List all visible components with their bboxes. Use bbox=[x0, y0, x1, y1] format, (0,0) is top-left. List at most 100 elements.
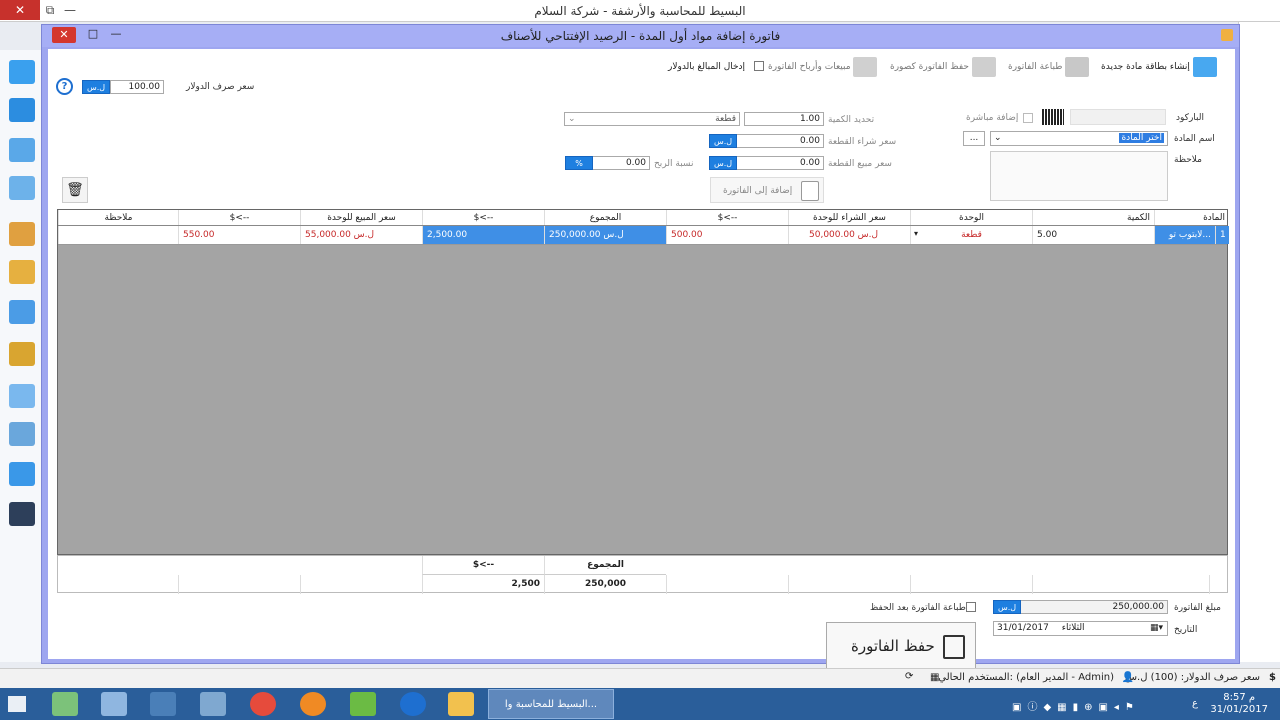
file-explorer-icon[interactable] bbox=[448, 692, 474, 716]
input-language[interactable]: ع bbox=[1192, 698, 1198, 709]
direct-add-label: إضافة مباشرة bbox=[966, 113, 1019, 123]
help-icon[interactable]: ? bbox=[56, 78, 73, 95]
barcode-input[interactable] bbox=[1070, 109, 1166, 125]
bluestacks-icon[interactable] bbox=[350, 692, 376, 716]
sell-price-input[interactable]: 0.00 bbox=[736, 156, 824, 170]
col-sell-usd[interactable]: $<-- bbox=[178, 210, 300, 225]
invoice-items-grid: المادة الكمية الوحدة سعر الشراء للوحدة $… bbox=[57, 209, 1229, 555]
refresh-icon[interactable]: ⟳ bbox=[905, 671, 913, 682]
row-sell-price[interactable]: 55,000.00 ل.س bbox=[300, 226, 422, 244]
status-dollar-rate: سعر صرف الدولار: (100) ل.س bbox=[1124, 672, 1260, 683]
row-buy-price[interactable]: 50,000.00 ل.س bbox=[788, 226, 910, 244]
coins-icon[interactable] bbox=[9, 342, 35, 366]
system-tray-icons[interactable]: ▣ⓘ◆▦▮⊕▣◂⚑ bbox=[1012, 698, 1162, 713]
outer-title-bar: ✕ ⧉ — البسيط للمحاسبة والأرشفة - شركة ال… bbox=[0, 0, 1280, 22]
documents-icon[interactable] bbox=[9, 138, 35, 162]
database-icon[interactable] bbox=[9, 502, 35, 526]
system-clock[interactable]: 8:57 م 31/01/2017 bbox=[1210, 692, 1268, 716]
calculator-icon[interactable]: ▦ bbox=[930, 672, 939, 683]
save-invoice-label: حفظ الفاتورة bbox=[851, 637, 935, 655]
qty-input[interactable]: 1.00 bbox=[744, 112, 824, 126]
plus-icon bbox=[1192, 56, 1217, 77]
dollar-rate-input[interactable]: 100.00 bbox=[110, 80, 164, 94]
chrome-icon[interactable] bbox=[250, 692, 276, 716]
row-sell-usd[interactable]: 550.00 bbox=[178, 226, 300, 244]
row-buy-usd[interactable]: 500.00 bbox=[666, 226, 788, 244]
tree-icon[interactable] bbox=[9, 176, 35, 200]
direct-add-checkbox[interactable] bbox=[1023, 113, 1033, 123]
print-after-save-checkbox[interactable] bbox=[966, 602, 976, 612]
status-bar: $ سعر صرف الدولار: (100) ل.س 👤 المستخدم … bbox=[0, 668, 1280, 688]
unit-dropdown-icon[interactable]: ▾ bbox=[914, 229, 918, 238]
grid-header: المادة الكمية الوحدة سعر الشراء للوحدة $… bbox=[58, 210, 1227, 226]
row-unit[interactable]: قطعة bbox=[910, 226, 1032, 244]
profit-input[interactable]: 0.00 bbox=[592, 156, 650, 170]
qty-label: تحديد الكمية bbox=[828, 115, 875, 125]
row-item[interactable]: لابتوب تو... bbox=[1154, 226, 1215, 244]
col-total-usd[interactable]: $<-- bbox=[422, 210, 544, 225]
editor-icon[interactable] bbox=[150, 692, 176, 716]
invoice-icon[interactable] bbox=[9, 222, 35, 246]
chevron-down-icon: ⌄ bbox=[994, 133, 1002, 143]
col-item[interactable]: المادة bbox=[1154, 210, 1229, 225]
add-to-invoice-button[interactable]: إضافة إلى الفاتورة bbox=[710, 177, 824, 203]
col-note[interactable]: ملاحظة bbox=[58, 210, 178, 225]
date-picker[interactable]: 31/01/2017 الثلاثاء ▦▾ bbox=[993, 621, 1168, 636]
col-buy-usd[interactable]: $<-- bbox=[666, 210, 788, 225]
payment-icon[interactable] bbox=[9, 260, 35, 284]
col-qty[interactable]: الكمية bbox=[1032, 210, 1154, 225]
unit-select[interactable]: قطعة ⌄ bbox=[564, 112, 740, 126]
col-sell-price[interactable]: سعر المبيع للوحدة bbox=[300, 210, 422, 225]
totals-spacer bbox=[910, 575, 1032, 594]
computer-icon[interactable] bbox=[101, 692, 127, 716]
browse-items-button[interactable]: ... bbox=[963, 131, 985, 146]
control-panel-icon[interactable] bbox=[200, 692, 226, 716]
money-icon[interactable] bbox=[9, 98, 35, 122]
col-total[interactable]: المجموع bbox=[544, 210, 666, 225]
dollar-entry-label: إدخال المبالغ بالدولار bbox=[668, 62, 746, 72]
dollar-entry-checkbox[interactable] bbox=[753, 61, 764, 71]
clock-time: 8:57 م bbox=[1223, 692, 1256, 703]
invoice-amount-input: 250,000.00 bbox=[1020, 600, 1168, 614]
buy-price-input[interactable]: 0.00 bbox=[736, 134, 824, 148]
sell-price-label: سعر مبيع القطعة bbox=[828, 159, 892, 169]
calendar-icon[interactable]: ▦▾ bbox=[1150, 622, 1163, 634]
user-icon: 👤 bbox=[1121, 672, 1134, 683]
print-invoice-button[interactable]: طباعة الفاتورة bbox=[1008, 55, 1090, 79]
app-launcher-icon[interactable] bbox=[52, 692, 78, 716]
firefox-icon[interactable] bbox=[300, 692, 326, 716]
left-toolbar bbox=[0, 50, 42, 662]
note-textarea[interactable] bbox=[990, 151, 1168, 201]
save-as-image-button[interactable]: حفظ الفاتورة كصورة bbox=[890, 55, 996, 79]
col-unit[interactable]: الوحدة bbox=[910, 210, 1032, 225]
folders-icon[interactable] bbox=[9, 462, 35, 486]
network-app-icon[interactable] bbox=[400, 692, 426, 716]
profit-label: نسبة الربح bbox=[654, 159, 694, 169]
dialog-title: فاتورة إضافة مواد أول المدة - الرصيد الإ… bbox=[500, 29, 781, 43]
files-icon[interactable] bbox=[9, 300, 35, 324]
windows-start-icon[interactable] bbox=[8, 696, 26, 712]
barcode-icon[interactable] bbox=[1042, 109, 1064, 125]
taskbar-active-app[interactable]: البسيط للمحاسبة وا... bbox=[488, 689, 614, 719]
row-total-usd[interactable]: 2,500.00 bbox=[422, 226, 544, 244]
table-row[interactable]: 1 لابتوب تو... 5.00 قطعة ▾ 50,000.00 ل.س… bbox=[58, 226, 1229, 245]
row-total[interactable]: 250,000.00 ل.س bbox=[544, 226, 666, 244]
trash-icon[interactable]: 🗑 bbox=[62, 177, 88, 203]
add-icon[interactable] bbox=[9, 60, 35, 84]
contacts-icon[interactable] bbox=[9, 422, 35, 446]
totals-spacer bbox=[1032, 575, 1209, 594]
col-buy-price[interactable]: سعر الشراء للوحدة bbox=[788, 210, 910, 225]
sales-profits-button[interactable]: مبيعات وأرباح الفاتورة bbox=[768, 55, 878, 79]
row-qty[interactable]: 5.00 bbox=[1032, 226, 1154, 244]
clock-icon[interactable] bbox=[9, 384, 35, 408]
save-invoice-button[interactable]: حفظ الفاتورة bbox=[826, 622, 976, 672]
new-item-card-button[interactable]: إنشاء بطاقة مادة جديدة bbox=[1101, 55, 1217, 79]
dialog-body: إنشاء بطاقة مادة جديدة طباعة الفاتورة حف… bbox=[48, 49, 1235, 672]
dollar-entry-toggle[interactable]: إدخال المبالغ بالدولار bbox=[668, 55, 764, 79]
note-label: ملاحظة bbox=[1174, 155, 1202, 165]
floppy-disk-icon bbox=[943, 635, 965, 659]
row-note[interactable] bbox=[58, 226, 178, 244]
invoice-amount-currency: ل.س bbox=[993, 600, 1021, 614]
new-item-card-label: إنشاء بطاقة مادة جديدة bbox=[1101, 62, 1190, 72]
item-name-select[interactable]: اختر المادة ⌄ bbox=[990, 131, 1168, 146]
